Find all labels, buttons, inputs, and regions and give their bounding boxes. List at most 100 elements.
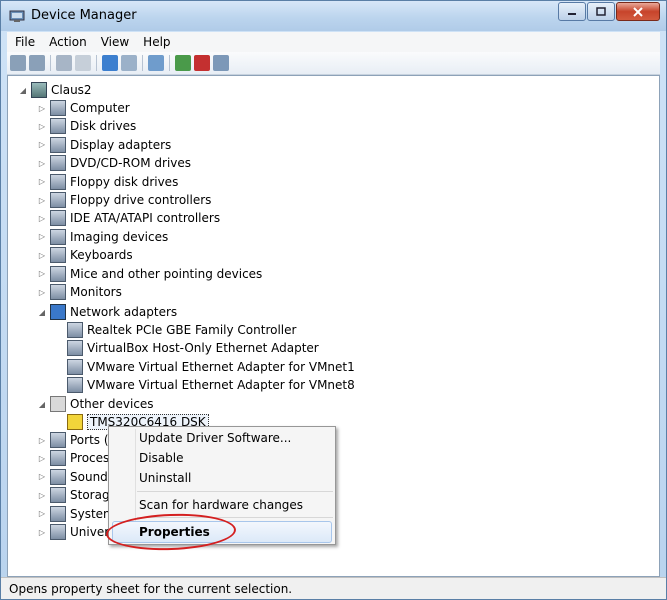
tree-item-display-adapters[interactable]: ▷ Display adapters <box>37 136 171 154</box>
toolbar-separator <box>142 55 143 71</box>
tree-item-other-devices[interactable]: ◢ Other devices <box>37 395 154 413</box>
tree-item-label: Keyboards <box>70 248 133 263</box>
disable-icon[interactable] <box>213 55 229 71</box>
title-bar[interactable]: Device Manager <box>1 1 666 31</box>
tree-item-category-5[interactable]: ▷ Univers <box>37 523 115 541</box>
close-button[interactable] <box>616 2 660 21</box>
tree-item-label: Sound, <box>70 469 112 484</box>
expand-arrow-icon[interactable]: ▷ <box>37 509 47 519</box>
expand-arrow-icon[interactable]: ▷ <box>37 453 47 463</box>
expand-arrow-icon[interactable]: ▷ <box>37 232 47 242</box>
unknown-device-icon <box>50 396 66 412</box>
menu-item-disable[interactable]: Disable <box>139 449 184 467</box>
expand-arrow-icon[interactable]: ▷ <box>37 121 47 131</box>
network-adapter-icon <box>50 304 66 320</box>
device-category-icon <box>50 450 66 467</box>
forward-icon[interactable] <box>29 55 45 71</box>
properties-icon[interactable] <box>75 55 91 71</box>
maximize-button[interactable] <box>587 2 615 21</box>
expand-arrow-icon[interactable]: ▷ <box>37 213 47 223</box>
tree-item-label: IDE ATA/ATAPI controllers <box>70 211 221 226</box>
tree-item-label: Floppy drive controllers <box>70 193 212 207</box>
tree-item-mice-and-other-pointing-devices[interactable]: ▷ Mice and other pointing devices <box>37 265 262 283</box>
collapse-arrow-icon[interactable]: ◢ <box>18 85 28 95</box>
minimize-button[interactable] <box>558 2 586 21</box>
tree-item-label: DVD/CD-ROM drives <box>70 156 192 171</box>
tree-item-keyboards[interactable]: ▷ Keyboards <box>37 246 133 264</box>
tree-item-network-adapters[interactable]: ◢ Network adapters <box>37 303 177 321</box>
tree-item-monitors[interactable]: ▷ Monitors <box>37 283 122 301</box>
menu-item-update-driver[interactable]: Update Driver Software... <box>139 429 291 447</box>
tree-item-network-3[interactable]: VMware Virtual Ethernet Adapter for VMne… <box>67 376 355 394</box>
tree-item-category-3[interactable]: ▷ Storag <box>37 486 110 504</box>
tree-item-category-2[interactable]: ▷ Sound, <box>37 468 112 486</box>
expand-arrow-icon[interactable]: ▷ <box>37 140 47 150</box>
computer-icon <box>31 82 47 98</box>
update-driver-icon[interactable] <box>175 55 191 71</box>
collapse-arrow-icon[interactable]: ◢ <box>37 307 47 317</box>
expand-arrow-icon[interactable]: ▷ <box>37 472 47 482</box>
tree-item-disk-drives[interactable]: ▷ Disk drives <box>37 117 136 135</box>
menu-view[interactable]: View <box>96 35 134 49</box>
tree-item-dvd-cd-rom-drives[interactable]: ▷ DVD/CD-ROM drives <box>37 154 191 172</box>
network-adapter-icon <box>67 322 83 338</box>
expand-arrow-icon[interactable]: ▷ <box>37 195 47 205</box>
expand-arrow-icon[interactable]: ▷ <box>37 158 47 168</box>
tree-item-network-2[interactable]: VMware Virtual Ethernet Adapter for VMne… <box>67 358 355 376</box>
help-icon[interactable] <box>102 55 118 71</box>
expand-arrow-icon[interactable]: ▷ <box>37 490 47 500</box>
menu-bar: File Action View Help <box>7 32 660 52</box>
window-title: Device Manager <box>31 8 137 23</box>
expand-arrow-icon[interactable]: ▷ <box>37 527 47 537</box>
scan-hardware-icon[interactable] <box>148 55 164 71</box>
toolbar <box>7 52 660 75</box>
tree-item-network-1[interactable]: VirtualBox Host-Only Ethernet Adapter <box>67 339 319 357</box>
expand-arrow-icon[interactable]: ▷ <box>37 435 47 445</box>
tree-item-label: Disk drives <box>70 119 137 134</box>
tree-item-floppy-drive-controllers[interactable]: ▷ Floppy drive controllers <box>37 191 211 209</box>
expand-arrow-icon[interactable]: ▷ <box>37 269 47 279</box>
show-hide-tree-icon[interactable] <box>56 55 72 71</box>
collapse-arrow-icon[interactable]: ◢ <box>37 399 47 409</box>
tree-item-category-1[interactable]: ▷ Process <box>37 449 116 467</box>
view-icon[interactable] <box>121 55 137 71</box>
monitor-icon <box>50 284 66 300</box>
menu-help[interactable]: Help <box>138 35 175 49</box>
floppy-controller-icon <box>50 192 66 208</box>
status-bar: Opens property sheet for the current sel… <box>1 577 666 599</box>
tree-item-network-0[interactable]: Realtek PCIe GBE Family Controller <box>67 321 296 339</box>
back-icon[interactable] <box>10 55 26 71</box>
device-category-icon <box>50 432 66 448</box>
tree-item-computer[interactable]: ▷ Computer <box>37 99 130 117</box>
device-category-icon <box>50 487 66 504</box>
toolbar-separator <box>169 55 170 71</box>
tree-item-floppy-disk-drives[interactable]: ▷ Floppy disk drives <box>37 173 178 191</box>
tree-item-label: Display adapters <box>70 137 172 152</box>
tree-item-label: VMware Virtual Ethernet Adapter for VMne… <box>87 378 355 393</box>
menu-file[interactable]: File <box>10 35 40 49</box>
minimize-icon <box>568 12 576 15</box>
menu-item-scan-hardware[interactable]: Scan for hardware changes <box>139 496 303 514</box>
tree-item-category-0[interactable]: ▷ Ports (C <box>37 431 117 449</box>
menu-item-uninstall[interactable]: Uninstall <box>139 469 191 487</box>
tree-item-label: Imaging devices <box>70 229 169 244</box>
tree-item-label: VirtualBox Host-Only Ethernet Adapter <box>87 341 319 356</box>
toolbar-separator <box>50 55 51 71</box>
tree-item-category-4[interactable]: ▷ System <box>37 505 115 523</box>
menu-action[interactable]: Action <box>44 35 92 49</box>
expand-arrow-icon[interactable]: ▷ <box>37 287 47 297</box>
tree-root[interactable]: ◢ Claus2 <box>18 81 92 99</box>
tree-item-ide-ata-atapi-controllers[interactable]: ▷ IDE ATA/ATAPI controllers <box>37 209 220 227</box>
uninstall-icon[interactable] <box>194 55 210 71</box>
tree-item-label: Realtek PCIe GBE Family Controller <box>87 323 297 337</box>
keyboard-icon <box>50 247 66 264</box>
maximize-icon <box>596 7 606 16</box>
close-icon <box>633 6 643 17</box>
toolbar-separator <box>96 55 97 71</box>
tree-item-label: Mice and other pointing devices <box>70 266 263 281</box>
expand-arrow-icon[interactable]: ▷ <box>37 250 47 260</box>
display-adapter-icon <box>50 136 66 153</box>
expand-arrow-icon[interactable]: ▷ <box>37 177 47 187</box>
expand-arrow-icon[interactable]: ▷ <box>37 103 47 113</box>
tree-item-imaging-devices[interactable]: ▷ Imaging devices <box>37 228 168 246</box>
